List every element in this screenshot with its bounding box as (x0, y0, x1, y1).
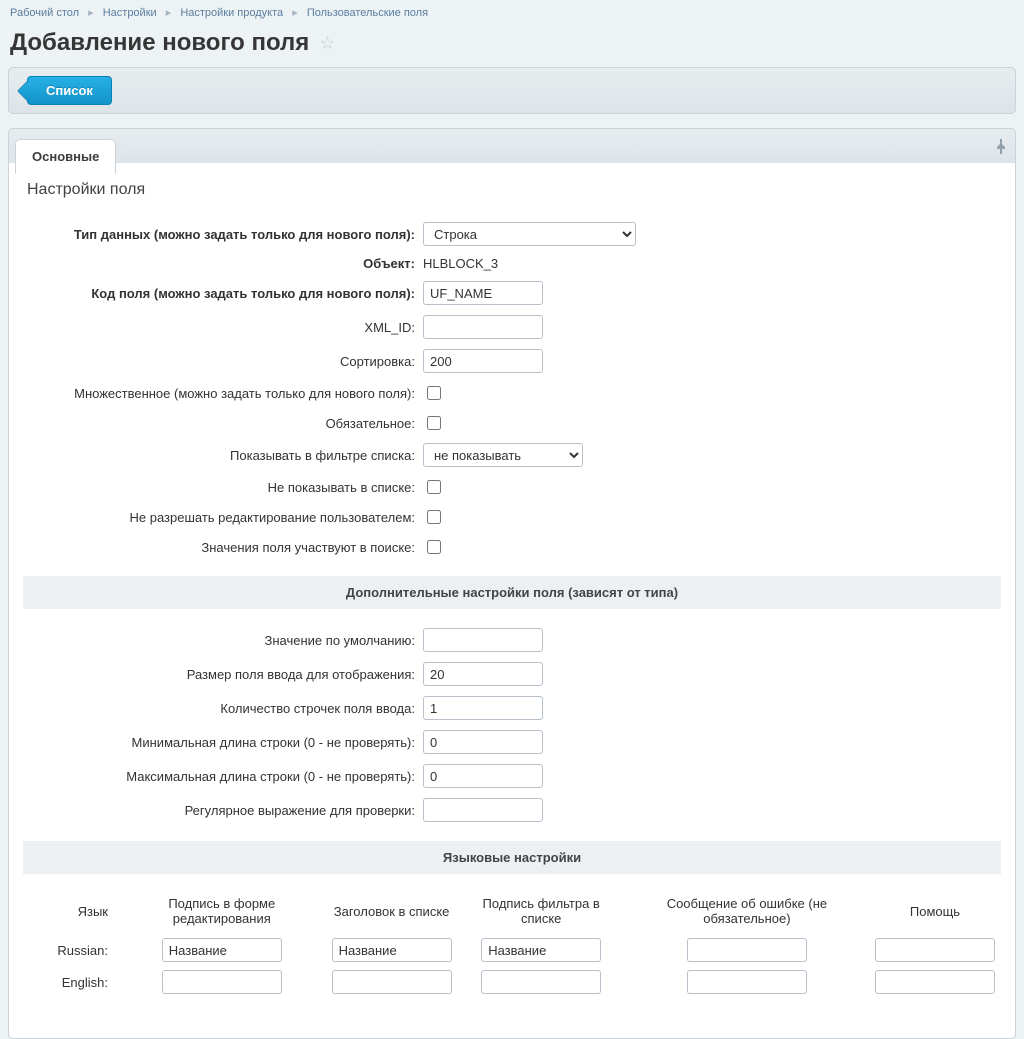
label-multiple: Множественное (можно задать только для н… (23, 386, 423, 401)
language-table: Язык Подпись в форме редактирования Заго… (23, 888, 1001, 998)
page-title: Добавление нового поля (10, 29, 309, 57)
lang-header-filter: Подпись фильтра в списке (458, 888, 625, 934)
breadcrumb: Рабочий стол ▸ Настройки ▸ Настройки про… (0, 0, 1024, 25)
lang-header-edit: Подпись в форме редактирования (118, 888, 326, 934)
toolbar: Список (8, 67, 1016, 114)
section-title: Настройки поля (27, 181, 1001, 199)
lang-edit-input[interactable] (162, 938, 282, 962)
max-len-input[interactable] (423, 764, 543, 788)
lang-error-input[interactable] (687, 970, 807, 994)
lang-row-english: English: (23, 966, 1001, 998)
lang-row-label: Russian: (23, 934, 118, 966)
no-edit-checkbox[interactable] (427, 510, 441, 524)
lang-help-input[interactable] (875, 938, 995, 962)
lang-header-error: Сообщение об ошибке (не обязательное) (625, 888, 869, 934)
default-input[interactable] (423, 628, 543, 652)
label-xml-id: XML_ID: (23, 320, 423, 335)
multiple-checkbox[interactable] (427, 386, 441, 400)
lang-list-input[interactable] (332, 938, 452, 962)
breadcrumb-link[interactable]: Настройки (103, 7, 157, 19)
lang-error-input[interactable] (687, 938, 807, 962)
list-button[interactable]: Список (27, 76, 112, 105)
label-rows: Количество строчек поля ввода: (23, 701, 423, 716)
chevron-right-icon: ▸ (166, 7, 172, 19)
sort-input[interactable] (423, 349, 543, 373)
xml-id-input[interactable] (423, 315, 543, 339)
lang-list-input[interactable] (332, 970, 452, 994)
label-sort: Сортировка: (23, 354, 423, 369)
lang-filter-input[interactable] (481, 938, 601, 962)
label-field-code: Код поля (можно задать только для нового… (23, 286, 423, 301)
label-filter: Показывать в фильтре списка: (23, 448, 423, 463)
lang-filter-input[interactable] (481, 970, 601, 994)
tab-body: Настройки поля Тип данных (можно задать … (8, 163, 1016, 1039)
tabs-header: Основные (8, 128, 1016, 163)
lang-row-label: English: (23, 966, 118, 998)
lang-header-lang: Язык (23, 888, 118, 934)
label-searchable: Значения поля участвуют в поиске: (23, 540, 423, 555)
label-no-list: Не показывать в списке: (23, 480, 423, 495)
filter-select[interactable]: не показывать (423, 443, 583, 467)
breadcrumb-link[interactable]: Настройки продукта (180, 7, 283, 19)
label-no-edit: Не разрешать редактирование пользователе… (23, 510, 423, 525)
min-len-input[interactable] (423, 730, 543, 754)
tab-main[interactable]: Основные (15, 139, 116, 174)
breadcrumb-link[interactable]: Рабочий стол (10, 7, 79, 19)
label-default: Значение по умолчанию: (23, 633, 423, 648)
label-data-type: Тип данных (можно задать только для ново… (23, 227, 423, 242)
pin-icon[interactable] (987, 133, 1015, 163)
label-required: Обязательное: (23, 416, 423, 431)
regex-input[interactable] (423, 798, 543, 822)
label-max-len: Максимальная длина строки (0 - не провер… (23, 769, 423, 784)
label-min-len: Минимальная длина строки (0 - не проверя… (23, 735, 423, 750)
no-list-checkbox[interactable] (427, 480, 441, 494)
lang-row-russian: Russian: (23, 934, 1001, 966)
object-value: HLBLOCK_3 (423, 256, 498, 271)
lang-settings-band: Языковые настройки (23, 841, 1001, 874)
lang-header-list: Заголовок в списке (326, 888, 458, 934)
lang-help-input[interactable] (875, 970, 995, 994)
lang-edit-input[interactable] (162, 970, 282, 994)
searchable-checkbox[interactable] (427, 540, 441, 554)
lang-header-help: Помощь (869, 888, 1001, 934)
label-object: Объект: (23, 256, 423, 271)
extra-settings-band: Дополнительные настройки поля (зависят о… (23, 576, 1001, 609)
rows-input[interactable] (423, 696, 543, 720)
chevron-right-icon: ▸ (292, 7, 298, 19)
breadcrumb-link[interactable]: Пользовательские поля (307, 7, 428, 19)
label-regex: Регулярное выражение для проверки: (23, 803, 423, 818)
data-type-select[interactable]: Строка (423, 222, 636, 246)
size-input[interactable] (423, 662, 543, 686)
favorite-star-icon[interactable]: ☆ (319, 33, 335, 54)
required-checkbox[interactable] (427, 416, 441, 430)
chevron-right-icon: ▸ (88, 7, 94, 19)
label-size: Размер поля ввода для отображения: (23, 667, 423, 682)
field-code-input[interactable] (423, 281, 543, 305)
